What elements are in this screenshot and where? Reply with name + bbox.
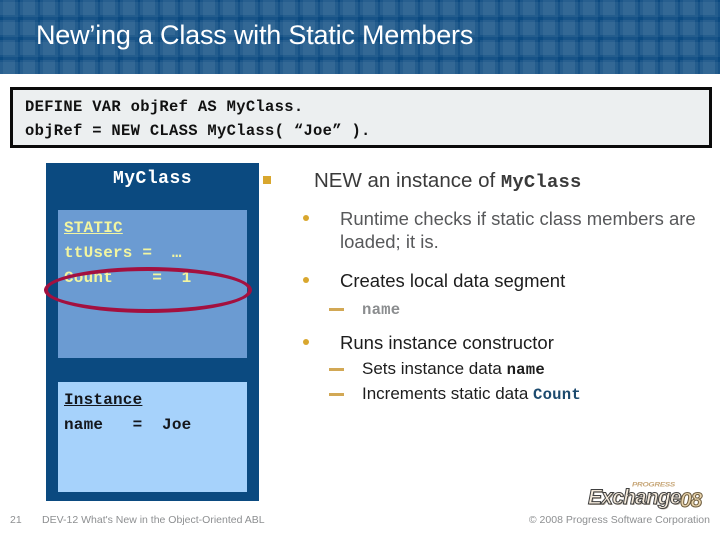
slide-header-banner: New’ing a Class with Static Members	[0, 0, 720, 74]
code-line-1: DEFINE VAR objRef AS MyClass.	[25, 98, 304, 116]
static-panel-row: Count = 1	[64, 269, 192, 287]
bullet-level3-code: Count	[533, 386, 581, 404]
bullet-level2-runtime-checks: Runtime checks if static class members a…	[262, 207, 712, 253]
logo-exchange-text: Exchange	[588, 486, 683, 510]
bullet-list: NEW an instance of MyClass Runtime check…	[262, 168, 712, 408]
square-bullet-icon	[263, 176, 271, 184]
footer-session-title: DEV-12 What's New in the Object-Oriented…	[42, 514, 265, 526]
bullet-level1-new-instance: NEW an instance of MyClass	[262, 168, 712, 195]
round-bullet-icon	[303, 277, 309, 283]
bullet-level2-text: Runtime checks if static class members a…	[340, 208, 696, 252]
page-title: New’ing a Class with Static Members	[36, 20, 474, 50]
instance-heading: Instance	[64, 391, 143, 409]
bullet-level3-increments-static-data: Increments static data Count	[262, 383, 712, 406]
bullet-level2-text: Runs instance constructor	[340, 332, 554, 353]
static-heading: STATIC	[64, 219, 123, 237]
round-bullet-icon	[303, 215, 309, 221]
bullet-level2-runs-constructor: Runs instance constructor	[262, 331, 712, 354]
exchange-logo: PROGRESS Exchange 08	[588, 480, 712, 513]
class-diagram-title: MyClass	[112, 169, 193, 189]
dash-bullet-icon	[329, 308, 344, 311]
round-bullet-icon	[303, 339, 309, 345]
static-panel-row: STATIC	[64, 210, 247, 241]
instance-panel-row: name = Joe	[64, 416, 192, 434]
instance-panel-row: Instance	[64, 382, 247, 413]
instance-members-panel: Instance name = Joe	[58, 382, 247, 492]
bullet-level3-code: name	[362, 301, 401, 319]
bullet-level3-text: Sets instance data	[362, 359, 507, 378]
bullet-level2-text: Creates local data segment	[340, 270, 566, 291]
bullet-level3-sets-instance-data: Sets instance data name	[262, 358, 712, 381]
bullet-level3-code: name	[506, 361, 545, 379]
footer-copyright: © 2008 Progress Software Corporation	[528, 514, 710, 526]
bullet-level1-text: NEW an instance of	[314, 169, 501, 192]
dash-bullet-icon	[329, 393, 344, 396]
static-panel-row: ttUsers = …	[64, 244, 182, 262]
logo-year-text: 08	[679, 489, 702, 513]
bullet-level3-name: name	[262, 298, 712, 321]
static-members-panel: STATIC ttUsers = … Count = 1	[58, 210, 247, 358]
bullet-level3-text: Increments static data	[362, 384, 534, 403]
dash-bullet-icon	[329, 368, 344, 371]
code-block: DEFINE VAR objRef AS MyClass. objRef = N…	[10, 87, 712, 148]
bullet-level2-creates-segment: Creates local data segment	[262, 269, 712, 292]
bullet-level1-code: MyClass	[500, 171, 582, 193]
footer-page-number: 21	[10, 514, 22, 526]
code-line-2: objRef = NEW CLASS MyClass( “Joe” ).	[25, 122, 371, 140]
class-diagram: MyClass STATIC ttUsers = … Count = 1 Ins…	[46, 163, 259, 501]
